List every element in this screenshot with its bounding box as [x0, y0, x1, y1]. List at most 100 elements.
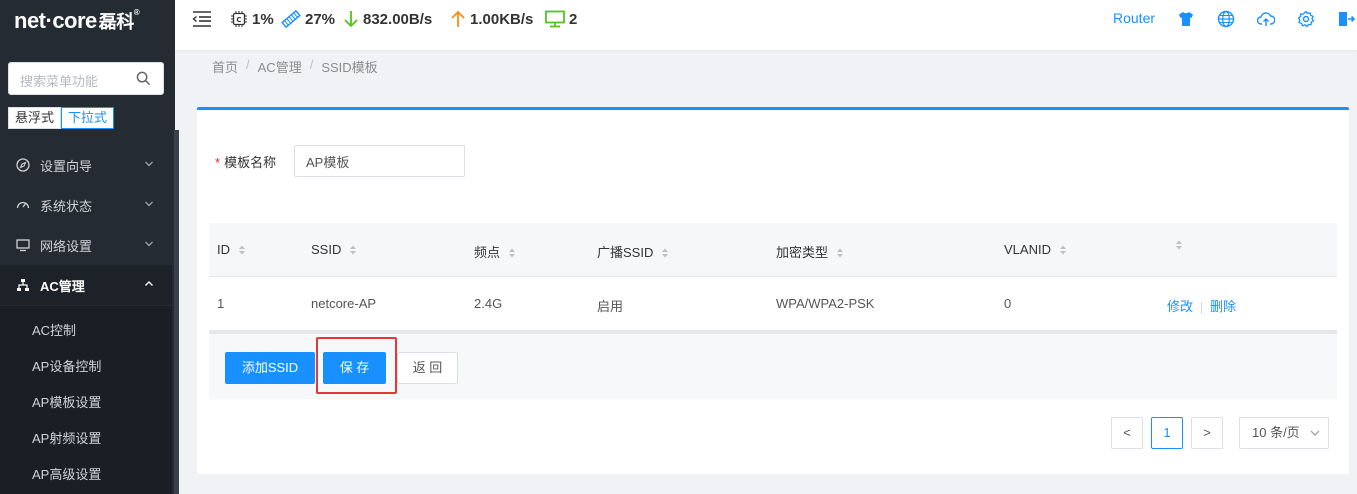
submenu-item-ap-device-control[interactable]: AP设备控制: [0, 349, 172, 385]
menu-item-system-status[interactable]: 系统状态: [0, 185, 172, 225]
search-icon[interactable]: [136, 71, 151, 86]
memory-value: 27%: [305, 10, 336, 28]
cpu-usage: C 1%: [230, 9, 274, 29]
sidebar: net·core 磊科® 搜索菜单功能 悬浮式 下拉式 设置向导 系统状态 网络设…: [0, 0, 175, 494]
page-size-select[interactable]: 10 条/页: [1239, 417, 1329, 449]
pagination-prev-button[interactable]: <: [1111, 417, 1143, 449]
globe-language-icon[interactable]: [1217, 10, 1235, 28]
menu-item-ac-management[interactable]: AC管理: [0, 265, 172, 305]
pagination-page-1[interactable]: 1: [1151, 417, 1183, 449]
submenu-item-ap-radio[interactable]: AP射频设置: [0, 421, 172, 457]
sort-icon[interactable]: [508, 247, 516, 259]
sitemap-icon: [17, 279, 29, 291]
menu-mode-tabs: 悬浮式 下拉式: [8, 107, 115, 129]
header-label: SSID: [311, 242, 342, 257]
menu-label: 网络设置: [40, 238, 93, 254]
sort-icon[interactable]: [836, 247, 844, 259]
cpu-icon: C: [231, 11, 247, 27]
col-header-actions[interactable]: [1167, 237, 1183, 252]
submenu-item-ac-control[interactable]: AC控制: [0, 313, 172, 349]
cell-actions: 修改 删除: [1167, 296, 1236, 315]
sidebar-scrollbar[interactable]: [174, 130, 179, 494]
ssid-template-card: *模板名称 ID SSID 频点 广播SSID 加密类型 VLANID 1 ne…: [197, 107, 1349, 474]
menu-label: AC管理: [40, 278, 85, 294]
menu-fold-icon[interactable]: [192, 10, 212, 28]
upload-rate: 1.00KB/s: [450, 9, 533, 29]
ssid-table: ID SSID 频点 广播SSID 加密类型 VLANID 1 netcore-…: [209, 223, 1337, 331]
logo-cn: 磊科: [98, 12, 135, 32]
cloud-upgrade-icon[interactable]: [1257, 10, 1275, 28]
logout-icon[interactable]: [1337, 10, 1355, 28]
connected-devices: 2: [545, 9, 577, 29]
devices-value: 2: [569, 10, 578, 28]
upload-arrow-icon: [451, 10, 465, 27]
gear-settings-icon[interactable]: [1297, 10, 1315, 28]
netcore-logo[interactable]: net·core 磊科®: [14, 8, 140, 34]
svg-text:C: C: [236, 16, 241, 24]
tshirt-skin-icon[interactable]: [1177, 10, 1195, 28]
sort-icon[interactable]: [349, 244, 357, 256]
back-button[interactable]: 返 回: [397, 352, 458, 384]
breadcrumb: 首页 / AC管理 / SSID模板: [212, 57, 378, 76]
logo-text: net·core: [14, 8, 97, 33]
sort-icon[interactable]: [238, 244, 246, 256]
col-header-encryption[interactable]: 加密类型: [776, 242, 844, 261]
col-header-id[interactable]: ID: [217, 242, 246, 257]
submenu-item-ap-advanced[interactable]: AP高级设置: [0, 457, 172, 493]
template-name-label: * 模板名称: [215, 152, 276, 171]
cpu-value: 1%: [252, 10, 274, 28]
sort-icon[interactable]: [1059, 244, 1067, 256]
sort-icon[interactable]: [661, 247, 669, 259]
download-value: 832.00B/s: [363, 10, 433, 28]
menu-search-input[interactable]: 搜索菜单功能: [8, 62, 164, 95]
col-header-vlanid[interactable]: VLANID: [1004, 242, 1067, 257]
add-ssid-button[interactable]: 添加SSID: [225, 352, 315, 384]
computer-icon: [545, 10, 565, 28]
cell-vlanid: 0: [1004, 296, 1012, 311]
header-label: 广播SSID: [597, 245, 654, 260]
pagination-next-button[interactable]: >: [1191, 417, 1223, 449]
action-divider: [1201, 301, 1203, 314]
menu-label: 系统状态: [40, 198, 93, 214]
menu-label: 设置向导: [40, 158, 93, 174]
compass-icon: [16, 158, 30, 172]
cell-ssid: netcore-AP: [311, 296, 377, 311]
chevron-up-icon: [145, 281, 153, 286]
mode-tab-float[interactable]: 悬浮式: [8, 107, 62, 129]
menu-item-network-settings[interactable]: 网络设置: [0, 225, 172, 265]
memory-usage: 27%: [281, 9, 335, 29]
breadcrumb-home[interactable]: 首页: [212, 57, 238, 76]
breadcrumb-separator: /: [309, 57, 314, 72]
submenu-item-ap-template[interactable]: AP模板设置: [0, 385, 172, 421]
table-row: 1 netcore-AP 2.4G 启用 WPA/WPA2-PSK 0 修改 删除: [209, 277, 1337, 331]
edit-link[interactable]: 修改: [1167, 299, 1193, 314]
page-size-value: 10 条/页: [1252, 425, 1300, 440]
chevron-down-icon: [145, 241, 153, 247]
col-header-band[interactable]: 频点: [474, 242, 516, 261]
memory-icon: [281, 9, 301, 29]
col-header-ssid[interactable]: SSID: [311, 242, 357, 257]
menu-item-setup-wizard[interactable]: 设置向导: [0, 145, 172, 185]
cell-encryption: WPA/WPA2-PSK: [776, 296, 875, 311]
mode-tab-dropdown[interactable]: 下拉式: [61, 107, 115, 129]
logo-reg: ®: [133, 8, 140, 17]
delete-link[interactable]: 删除: [1210, 299, 1236, 314]
breadcrumb-current: SSID模板: [321, 60, 378, 75]
sort-icon[interactable]: [1175, 239, 1183, 251]
download-rate: 832.00B/s: [343, 9, 432, 29]
header-label: VLANID: [1004, 242, 1051, 257]
monitor-icon: [16, 239, 30, 252]
header-label: ID: [217, 242, 230, 257]
breadcrumb-separator: /: [246, 57, 250, 72]
router-mode-link[interactable]: Router: [1113, 10, 1155, 26]
dashboard-icon: [16, 201, 30, 209]
top-bar: C 1% 27% 832.00B/s 1.00KB/s 2 Router: [175, 0, 1357, 50]
download-arrow-icon: [344, 11, 358, 28]
search-placeholder: 搜索菜单功能: [20, 74, 99, 89]
cell-id: 1: [217, 296, 225, 311]
cell-broadcast: 启用: [597, 299, 624, 314]
breadcrumb-ac-management[interactable]: AC管理: [258, 57, 302, 76]
template-name-input[interactable]: [294, 145, 465, 177]
table-header: ID SSID 频点 广播SSID 加密类型 VLANID: [209, 223, 1337, 277]
col-header-broadcast[interactable]: 广播SSID: [597, 242, 669, 261]
